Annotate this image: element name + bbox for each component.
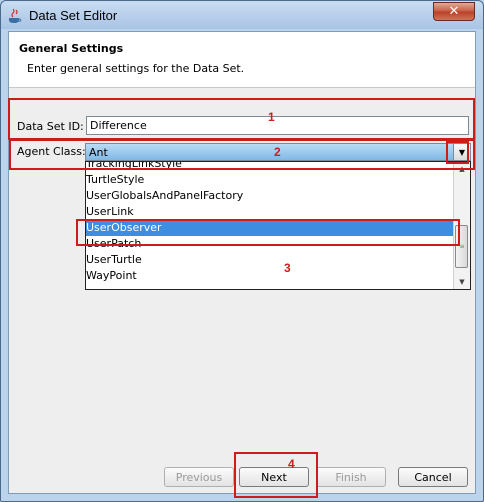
scroll-down-icon[interactable]: ▼ bbox=[454, 275, 470, 289]
annotation-number-4: 4 bbox=[288, 457, 295, 471]
annotation-box-3 bbox=[76, 219, 460, 246]
list-item[interactable]: WayPoint bbox=[86, 268, 454, 284]
java-cup-icon bbox=[9, 8, 22, 23]
list-item[interactable]: TurtleStyle bbox=[86, 172, 454, 188]
page-title: General Settings bbox=[19, 42, 124, 55]
list-item[interactable]: UserGlobalsAndPanelFactory bbox=[86, 188, 454, 204]
annotation-number-2: 2 bbox=[274, 145, 281, 159]
page-description: Enter general settings for the Data Set. bbox=[27, 62, 245, 75]
data-set-editor-window: Data Set Editor ✕ General Settings Enter… bbox=[0, 0, 484, 502]
annotation-box-2 bbox=[9, 139, 475, 170]
close-icon: ✕ bbox=[448, 4, 460, 19]
annotation-number-3: 3 bbox=[284, 261, 291, 275]
annotation-box-arrow bbox=[446, 141, 469, 164]
list-item[interactable]: UserLink bbox=[86, 204, 454, 220]
title-bar: Data Set Editor ✕ bbox=[1, 1, 483, 31]
previous-button[interactable]: Previous bbox=[164, 467, 234, 487]
close-button[interactable]: ✕ bbox=[433, 2, 475, 21]
annotation-box-1 bbox=[8, 98, 475, 140]
annotation-box-4 bbox=[234, 452, 318, 498]
window-title: Data Set Editor bbox=[29, 8, 118, 23]
annotation-number-1: 1 bbox=[268, 110, 275, 124]
settings-header: General Settings Enter general settings … bbox=[9, 32, 475, 88]
finish-button[interactable]: Finish bbox=[316, 467, 386, 487]
list-item[interactable]: UserTurtle bbox=[86, 252, 454, 268]
cancel-button[interactable]: Cancel bbox=[398, 467, 468, 487]
